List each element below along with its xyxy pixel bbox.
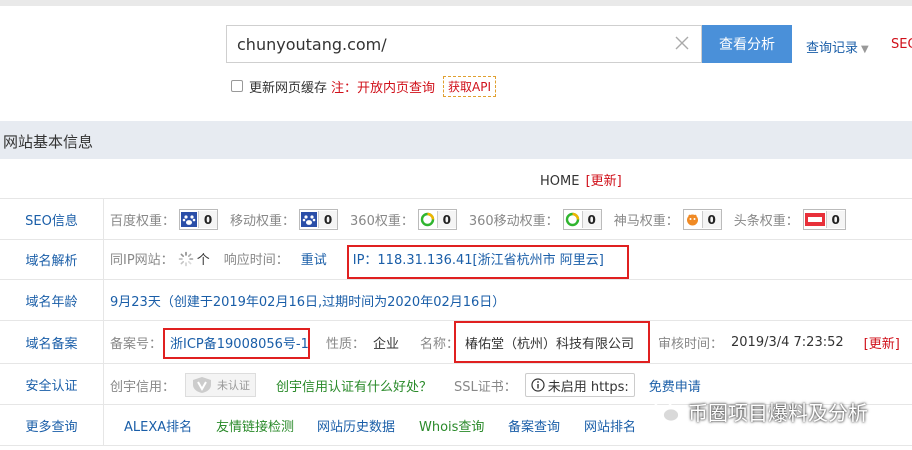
more-link-rank[interactable]: 网站排名	[584, 416, 636, 435]
inner-page-note: 注：开放内页查询	[331, 80, 436, 96]
360-weight-badge[interactable]: 0	[417, 209, 457, 230]
more-link-icp[interactable]: 备案查询	[508, 416, 560, 435]
mobile-weight-value: 0	[318, 211, 338, 228]
watermark: 币圈项目爆料及分析	[652, 397, 868, 426]
response-time-label: 响应时间：	[223, 253, 289, 268]
ssl-status-text: 未启用 https:	[547, 379, 629, 395]
security-cell: 创宇信用： 未认证 创宇信用认证有什么好处？ SSL证书： 未启用 https:…	[110, 373, 701, 397]
chevron-down-icon: ▼	[861, 44, 869, 55]
same-ip-label: 同IP网站：	[110, 253, 174, 268]
home-label: HOME	[540, 174, 580, 189]
icp-update-link[interactable]: [更新]	[864, 333, 900, 352]
icp-review-cell: 审核时间： 2019/3/4 7:23:52 [更新]	[658, 333, 900, 352]
icp-nature-value: 企业	[373, 337, 400, 352]
360-icon	[419, 211, 437, 228]
section-header	[0, 121, 912, 159]
toutiao-weight-badge[interactable]: 0	[802, 209, 846, 230]
age-row: 域名年龄 9月23天（创建于2019年02月16日,过期时间为2020年02月1…	[0, 280, 912, 321]
options-row: 更新网页缓存 注：开放内页查询 获取API	[231, 75, 497, 97]
watermark-text: 币圈项目爆料及分析	[688, 401, 868, 425]
ssl-status-box: 未启用 https:	[524, 373, 635, 397]
search-input[interactable]	[227, 26, 687, 62]
baidu-weight-label: 百度权重：	[110, 214, 176, 229]
seo-row: SEO信息 百度权重： 0 移动权重： 0 360权重： 0 360移动权重： …	[0, 198, 912, 240]
mobile-weight-badge[interactable]: 0	[299, 209, 339, 230]
shenma-weight-label: 神马权重：	[613, 214, 679, 229]
clear-icon[interactable]	[673, 34, 691, 52]
icp-nature-cell: 性质： 企业	[326, 333, 399, 352]
toutiao-icon	[804, 211, 826, 228]
icp-label: 域名备案	[0, 321, 104, 363]
more-link-alexa[interactable]: ALEXA排名	[124, 416, 192, 435]
get-api-button[interactable]: 获取API	[443, 75, 497, 97]
security-label: 安全认证	[0, 364, 104, 404]
baidu-weight-badge[interactable]: 0	[179, 209, 219, 230]
360-mobile-weight-label: 360移动权重：	[468, 214, 559, 229]
shenma-icon	[684, 211, 702, 228]
360-weight-label: 360权重：	[350, 214, 414, 229]
360-mobile-weight-value: 0	[581, 211, 601, 228]
top-strip	[0, 0, 912, 6]
retry-link[interactable]: 重试	[301, 249, 327, 268]
info-icon	[531, 378, 545, 392]
baidu-paw-icon	[180, 211, 198, 228]
shenma-weight-value: 0	[701, 211, 721, 228]
seo-items: 百度权重： 0 移动权重： 0 360权重： 0 360移动权重： 0 神马权重…	[110, 209, 846, 230]
icp-review-value: 2019/3/4 7:23:52	[731, 335, 844, 350]
shenma-weight-badge[interactable]: 0	[682, 209, 722, 230]
360-mobile-weight-badge[interactable]: 0	[562, 209, 602, 230]
section-title: 网站基本信息	[3, 133, 94, 151]
more-link-friend-links[interactable]: 友情链接检测	[216, 416, 294, 435]
ssl-label: SSL证书：	[454, 379, 517, 395]
more-label: 更多查询	[0, 405, 104, 445]
refresh-cache-checkbox[interactable]	[231, 80, 243, 92]
baidu-weight-value: 0	[198, 211, 218, 228]
credit-label: 创宇信用：	[110, 379, 176, 395]
ip-highlight-box	[347, 245, 629, 279]
icp-number-highlight-box	[163, 328, 310, 359]
icp-nature-label: 性质：	[326, 337, 366, 352]
mobile-weight-label: 移动权重：	[230, 214, 296, 229]
refresh-cache-label: 更新网页缓存	[249, 80, 328, 96]
same-ip-unit: 个	[196, 253, 210, 268]
icp-number-label: 备案号：	[110, 337, 163, 352]
more-link-whois[interactable]: Whois查询	[419, 416, 484, 435]
age-label: 域名年龄	[0, 280, 104, 320]
history-dropdown[interactable]: 查询记录 ▼	[806, 37, 869, 56]
home-update-link[interactable]: [更新]	[586, 174, 622, 189]
age-value: 9月23天（创建于2019年02月16日,过期时间为2020年02月16日）	[110, 295, 506, 310]
baidu-mobile-paw-icon	[300, 211, 318, 228]
360-mobile-icon	[564, 211, 582, 228]
toutiao-weight-value: 0	[825, 211, 845, 228]
free-apply-link[interactable]: 免费申请	[649, 376, 701, 395]
home-line: HOME [更新]	[540, 170, 622, 189]
cert-shield-icon	[193, 377, 212, 393]
wechat-icon	[653, 400, 680, 422]
search-box	[226, 25, 702, 63]
icp-name-highlight-box	[454, 321, 650, 363]
loading-spinner-icon	[178, 251, 193, 266]
uncertified-text: 未认证	[217, 379, 251, 392]
toutiao-weight-label: 头条权重：	[733, 214, 799, 229]
seo-label: SEO信息	[0, 199, 104, 239]
360-weight-value: 0	[436, 211, 456, 228]
more-link-history[interactable]: 网站历史数据	[317, 416, 395, 435]
credit-benefit-link[interactable]: 创宇信用认证有什么好处？	[276, 376, 432, 395]
dns-label: 域名解析	[0, 239, 104, 279]
icp-review-label: 审核时间：	[658, 337, 724, 352]
uncertified-badge: 未认证	[185, 373, 257, 397]
history-label: 查询记录	[806, 41, 859, 56]
seo-link[interactable]: SEO	[891, 37, 912, 52]
analyze-button[interactable]: 查看分析	[702, 25, 792, 63]
